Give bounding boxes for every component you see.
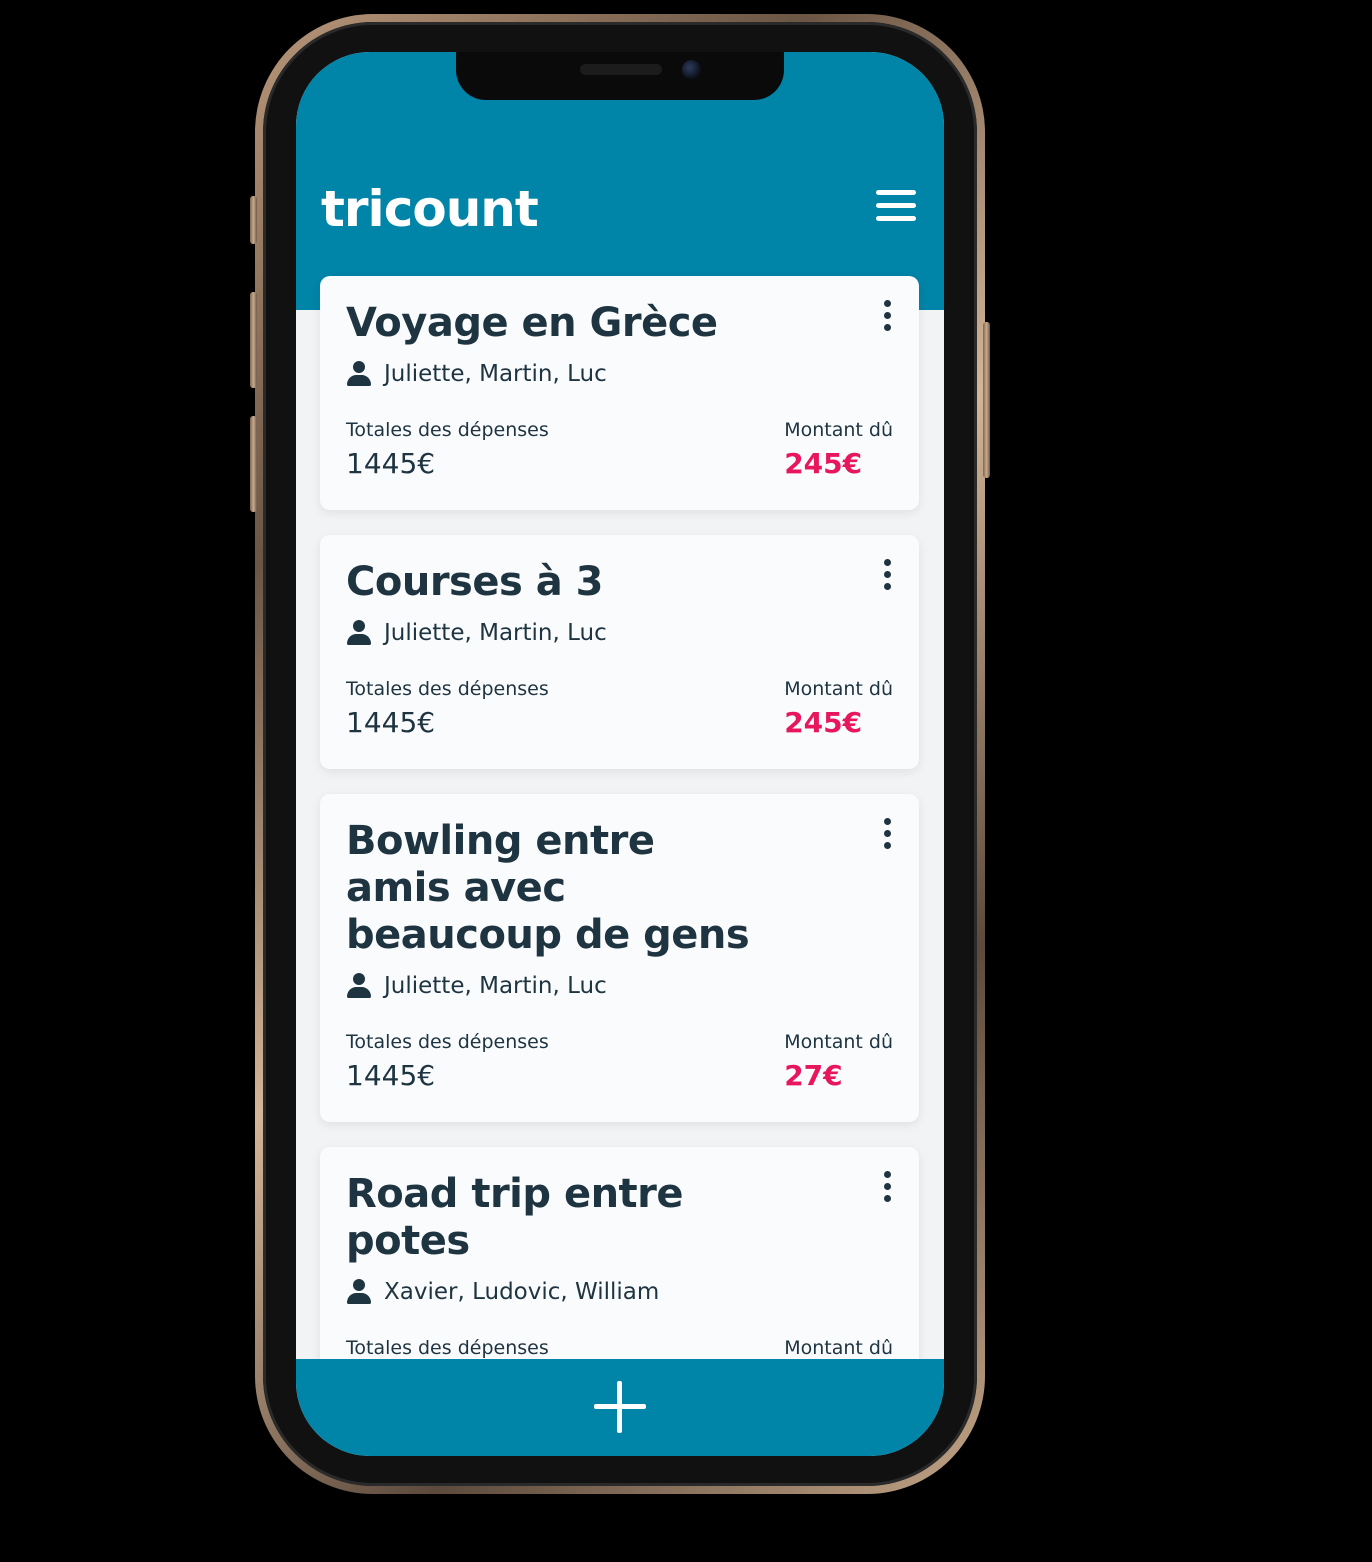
due-block: Montant dû 245€ [784,678,893,739]
power-button [983,322,990,478]
tricount-card[interactable]: Courses à 3 Juliette, Martin, Luc Totale… [320,535,919,769]
members-label: Juliette, Martin, Luc [384,361,607,387]
due-label: Montant dû [784,678,893,700]
members-row: Juliette, Martin, Luc [346,620,893,646]
app-title: tricount [321,180,539,238]
card-title: Courses à 3 [346,559,603,605]
person-icon [346,620,372,646]
total-block: Totales des dépenses 1445€ [346,1031,549,1092]
vertical-dots-icon[interactable] [879,559,895,599]
plus-icon[interactable] [594,1381,646,1433]
tricount-card[interactable]: Bowling entre amis avec beaucoup de gens… [320,794,919,1122]
total-label: Totales des dépenses [346,1031,549,1053]
total-value: 1445€ [346,706,436,739]
volume-down-button [250,416,257,512]
members-row: Juliette, Martin, Luc [346,361,893,387]
total-value: 1445€ [346,447,436,480]
card-title: Road trip entre potes [346,1171,684,1264]
stats-row: Totales des dépenses 1445€ Montant dû 24… [346,678,893,739]
person-icon [346,1279,372,1305]
speaker [580,64,662,75]
notch [456,52,784,100]
total-label: Totales des dépenses [346,419,549,441]
mute-switch [250,196,257,244]
members-label: Juliette, Martin, Luc [384,973,607,999]
volume-up-button [250,292,257,388]
due-label: Montant dû [784,419,893,441]
person-icon [346,973,372,999]
card-title: Bowling entre amis avec beaucoup de gens [346,818,750,958]
tricount-card[interactable]: Road trip entre potes Xavier, Ludovic, W… [320,1147,919,1395]
due-value: 245€ [784,447,863,480]
vertical-dots-icon[interactable] [879,818,895,858]
bottom-bar [296,1359,944,1456]
members-label: Juliette, Martin, Luc [384,620,607,646]
due-label: Montant dû [784,1337,893,1359]
members-label: Xavier, Ludovic, William [384,1279,660,1305]
hamburger-menu-icon[interactable] [874,190,918,230]
due-block: Montant dû 245€ [784,419,893,480]
total-value: 1445€ [346,1059,436,1092]
due-block: Montant dû 27€ [784,1031,893,1092]
stats-row: Totales des dépenses 1445€ Montant dû 24… [346,419,893,480]
members-row: Xavier, Ludovic, William [346,1279,893,1305]
total-label: Totales des dépenses [346,678,549,700]
stage: tricount Voyage en Grèce Juliette, Marti… [0,0,1372,1562]
tricount-card[interactable]: Voyage en Grèce Juliette, Martin, Luc To… [320,276,919,510]
due-label: Montant dû [784,1031,893,1053]
person-icon [346,361,372,387]
total-label: Totales des dépenses [346,1337,549,1359]
vertical-dots-icon[interactable] [879,1171,895,1211]
total-block: Totales des dépenses 1445€ [346,678,549,739]
due-value: 245€ [784,706,863,739]
card-title: Voyage en Grèce [346,300,718,346]
members-row: Juliette, Martin, Luc [346,973,893,999]
vertical-dots-icon[interactable] [879,300,895,340]
total-block: Totales des dépenses 1445€ [346,419,549,480]
tricount-list: Voyage en Grèce Juliette, Martin, Luc To… [320,276,919,1420]
stats-row: Totales des dépenses 1445€ Montant dû 27… [346,1031,893,1092]
camera-icon [682,60,701,79]
due-value: 27€ [784,1059,843,1092]
phone-screen: tricount Voyage en Grèce Juliette, Marti… [296,52,944,1456]
